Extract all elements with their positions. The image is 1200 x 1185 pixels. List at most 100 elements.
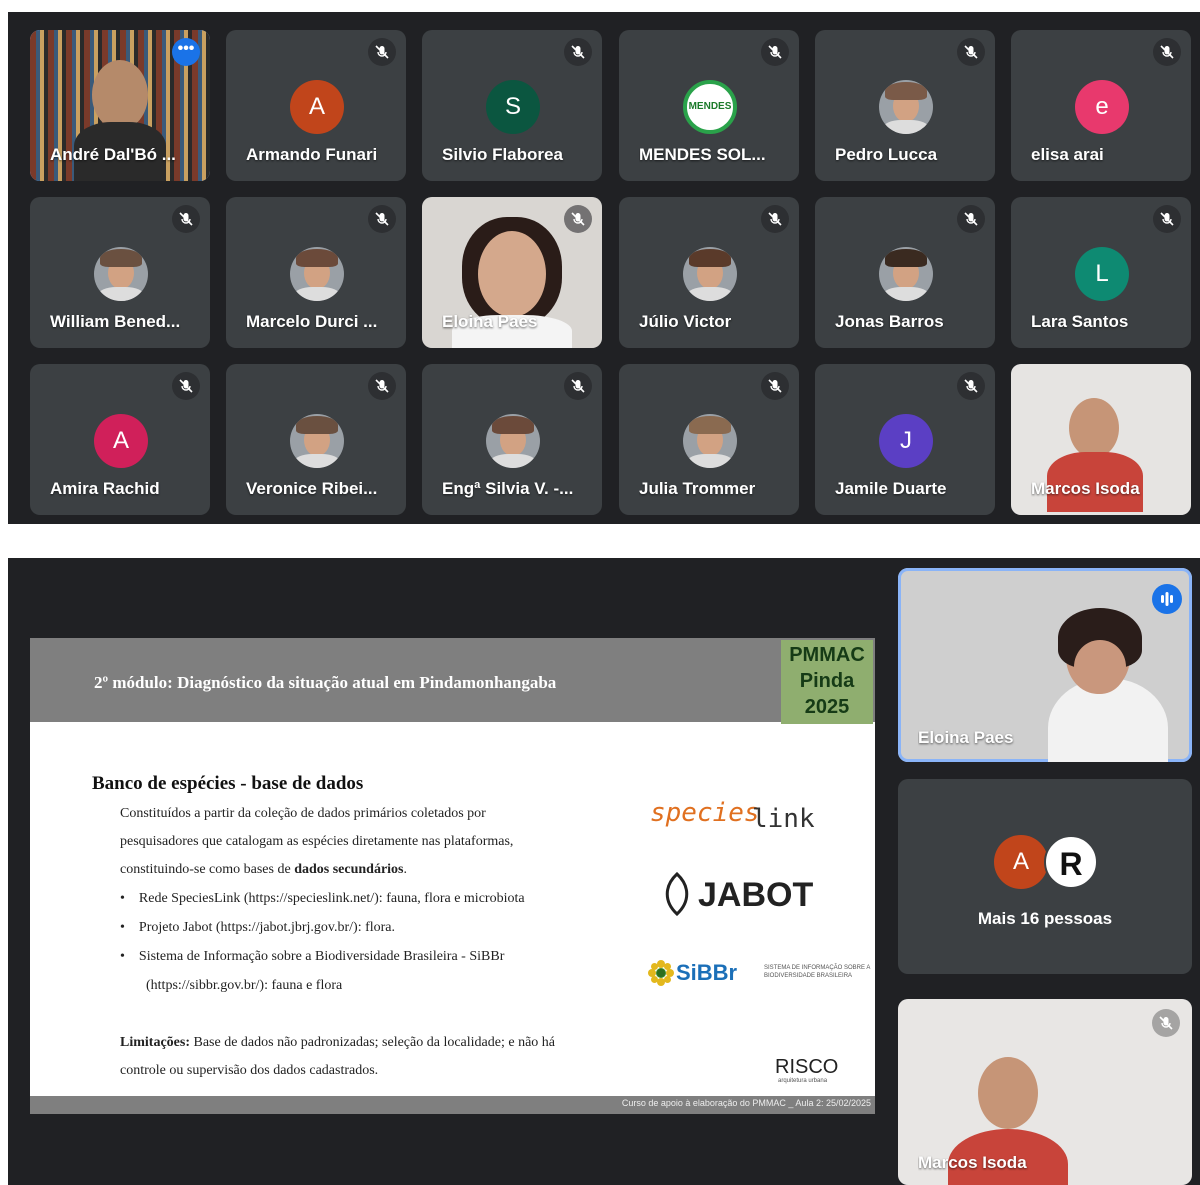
- participant-tile[interactable]: William Bened...: [30, 197, 210, 348]
- presentation-view: 2º módulo: Diagnóstico da situação atual…: [8, 558, 1200, 1185]
- speaker-name: Eloina Paes: [918, 728, 1014, 747]
- participant-tile[interactable]: Marcos Isoda: [898, 999, 1192, 1185]
- intro-line-1: Constituídos a partir da coleção de dado…: [120, 806, 486, 821]
- avatar: R: [1044, 835, 1098, 889]
- sibbr-logo-subtitle: SISTEMA DE INFORMAÇÃO SOBRE A BIODIVERSI…: [764, 965, 871, 979]
- more-participants-label: Mais 16 pessoas: [977, 909, 1113, 928]
- jabot-logo: JABOT: [698, 876, 814, 914]
- participant-tile[interactable]: Eloina Paes: [422, 197, 602, 348]
- avatar: [290, 414, 344, 468]
- risco-logo: RISCO: [775, 1056, 839, 1078]
- participant-name: Jonas Barros: [835, 312, 944, 331]
- avatar: S: [486, 80, 540, 134]
- participant-tile[interactable]: Julia Trommer: [619, 364, 799, 515]
- speaker-face-front: [1074, 640, 1126, 694]
- avatar: A: [94, 414, 148, 468]
- intro-line-3-text: constituindo-se como bases de: [120, 862, 295, 877]
- intro-line-3-bold: dados secundários: [294, 862, 404, 877]
- participant-name: Marcos Isoda: [918, 1153, 1027, 1172]
- pmmac-logo: PMMAC Pinda 2025: [781, 640, 873, 724]
- participant-name: Lara Santos: [1031, 312, 1129, 331]
- more-participants-tile[interactable]: A R Mais 16 pessoas: [898, 779, 1192, 974]
- mic-off-icon: [368, 38, 396, 66]
- avatar: [879, 80, 933, 134]
- mic-off-icon: [564, 205, 592, 233]
- risco-logo-subtitle: arquitetura urbana: [778, 1078, 828, 1084]
- participant-name: Engª Silvia V. -...: [442, 479, 574, 498]
- participant-tile[interactable]: S Silvio Flaborea: [422, 30, 602, 181]
- participant-tile[interactable]: A Amira Rachid: [30, 364, 210, 515]
- specieslink-logo-link: link: [752, 804, 815, 834]
- participant-face: [978, 1057, 1038, 1129]
- participant-name: William Bened...: [50, 312, 181, 331]
- participant-tile[interactable]: Marcelo Durci ...: [226, 197, 406, 348]
- bullet-text: Projeto Jabot (https://jabot.jbrj.gov.br…: [138, 920, 396, 935]
- badge-line-2: Pinda: [799, 670, 855, 692]
- participant-tile[interactable]: Pedro Lucca: [815, 30, 995, 181]
- participant-name: Silvio Flaborea: [442, 145, 563, 164]
- participant-name: Marcelo Durci ...: [246, 312, 378, 331]
- participant-tile[interactable]: Júlio Victor: [619, 197, 799, 348]
- bullet-item: • Projeto Jabot (https://jabot.jbrj.gov.…: [120, 920, 396, 935]
- avatar: [683, 414, 737, 468]
- participant-name: André Dal'Bó ...: [50, 145, 176, 164]
- avatar: [879, 247, 933, 301]
- participant-name: Júlio Victor: [639, 312, 732, 331]
- avatar: [683, 247, 737, 301]
- avatar: MENDES: [683, 80, 737, 134]
- specieslink-logo: species: [650, 798, 760, 828]
- participant-name: elisa arai: [1031, 145, 1104, 164]
- avatar: [290, 247, 344, 301]
- bullet-item: • Rede SpeciesLink (https://specieslink.…: [120, 891, 525, 906]
- avatar: [486, 414, 540, 468]
- participant-tile[interactable]: Marcos Isoda: [1011, 364, 1191, 515]
- limitations-line-1: Limitações: Base de dados não padronizad…: [120, 1035, 555, 1051]
- participant-tile[interactable]: Jonas Barros: [815, 197, 995, 348]
- badge-line-3: 2025: [804, 696, 850, 718]
- speaking-indicator-icon: [1152, 584, 1182, 614]
- slide-heading: Banco de espécies - base de dados: [92, 773, 364, 794]
- slide-header: 2º módulo: Diagnóstico da situação atual…: [30, 638, 875, 724]
- bullet-continuation: (https://sibbr.gov.br/): fauna e flora: [146, 978, 343, 993]
- mic-off-icon: [761, 38, 789, 66]
- participant-name: Julia Trommer: [639, 479, 756, 498]
- participant-tile[interactable]: ••• André Dal'Bó ...: [30, 30, 210, 181]
- avatar: A: [994, 835, 1048, 889]
- intro-line-3: constituindo-se como bases de dados secu…: [120, 862, 407, 878]
- mic-off-icon: [761, 372, 789, 400]
- mic-off-icon: [368, 372, 396, 400]
- participant-tile[interactable]: L Lara Santos: [1011, 197, 1191, 348]
- avatar: [94, 247, 148, 301]
- mic-off-icon: [957, 205, 985, 233]
- participant-name: Armando Funari: [246, 145, 378, 164]
- sibbr-logo: SiBBr: [676, 960, 738, 985]
- participant-tile[interactable]: e elisa arai: [1011, 30, 1191, 181]
- mic-off-icon: [564, 38, 592, 66]
- participant-name: Jamile Duarte: [835, 479, 947, 498]
- participant-tile[interactable]: A Armando Funari: [226, 30, 406, 181]
- participant-tile[interactable]: Veronice Ribei...: [226, 364, 406, 515]
- participant-tile[interactable]: MENDES MENDES SOL...: [619, 30, 799, 181]
- participant-name: Eloina Paes: [442, 312, 538, 331]
- bullet-text: Rede SpeciesLink (https://specieslink.ne…: [138, 891, 525, 906]
- mic-off-icon: [761, 205, 789, 233]
- participant-grid: ••• André Dal'Bó ... A Armando Funari S Silvi…: [8, 12, 1200, 524]
- bullet-text: Sistema de Informação sobre a Biodiversi…: [138, 949, 505, 964]
- mic-off-icon: [1153, 205, 1181, 233]
- avatar: A: [290, 80, 344, 134]
- participant-tile[interactable]: J Jamile Duarte: [815, 364, 995, 515]
- intro-line-2: pesquisadores que catalogam as espécies …: [120, 834, 514, 849]
- avatar: e: [1075, 80, 1129, 134]
- participant-name: Veronice Ribei...: [246, 479, 378, 498]
- avatar: L: [1075, 247, 1129, 301]
- mic-off-icon: [957, 372, 985, 400]
- avatar: J: [879, 414, 933, 468]
- shared-slide: 2º módulo: Diagnóstico da situação atual…: [30, 638, 875, 1114]
- mic-off-icon: [564, 372, 592, 400]
- participant-name: MENDES SOL...: [639, 145, 766, 164]
- limitations-label: Limitações:: [120, 1035, 190, 1050]
- participant-tile[interactable]: Engª Silvia V. -...: [422, 364, 602, 515]
- speaker-tile[interactable]: Eloina Paes: [898, 568, 1192, 762]
- more-options-icon[interactable]: •••: [172, 38, 200, 66]
- mic-off-icon: [1152, 1009, 1180, 1037]
